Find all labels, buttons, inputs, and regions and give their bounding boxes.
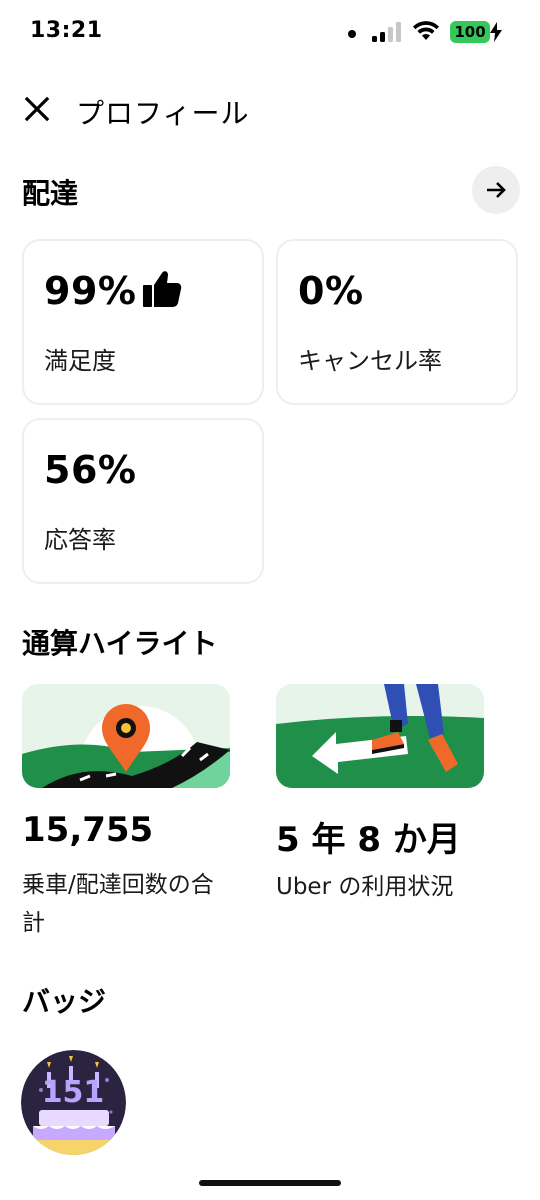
stat-label: 応答率 bbox=[44, 526, 116, 554]
highlight-label-trips-line1: 乗車/配達回数の合 bbox=[22, 872, 214, 898]
status-bar: 13:21 100 bbox=[0, 0, 540, 64]
stat-label: キャンセル率 bbox=[298, 347, 442, 375]
arrow-right-icon bbox=[487, 182, 506, 198]
map-pin-road-illustration bbox=[22, 684, 230, 788]
highlight-label-trips-line2: 計 bbox=[22, 910, 45, 936]
stat-value: 99% bbox=[44, 269, 137, 313]
charging-bolt-icon bbox=[490, 22, 502, 42]
svg-text:151: 151 bbox=[42, 1075, 105, 1110]
cellular-signal-icon bbox=[372, 22, 404, 42]
header: プロフィール bbox=[0, 84, 540, 134]
stat-card-satisfaction: 99% 満足度 bbox=[22, 239, 264, 405]
badges-section-title: バッジ bbox=[22, 985, 107, 1018]
stat-card-cancellation: 0% キャンセル率 bbox=[276, 239, 518, 405]
status-time: 13:21 bbox=[30, 18, 103, 43]
stat-card-response: 56% 応答率 bbox=[22, 418, 264, 584]
highlights-section-title: 通算ハイライト bbox=[22, 627, 218, 660]
stat-value: 0% bbox=[298, 269, 364, 313]
page-title: プロフィール bbox=[76, 97, 250, 130]
walking-arrow-illustration bbox=[276, 684, 484, 788]
thumbs-up-icon bbox=[143, 271, 182, 307]
highlight-label-tenure: Uber の利用状況 bbox=[276, 874, 454, 900]
highlight-value-tenure: 5 年 8 か月 bbox=[276, 820, 461, 860]
stat-value: 56% bbox=[44, 448, 137, 492]
birthday-cake-badge[interactable]: 151 bbox=[21, 1050, 126, 1155]
wifi-icon bbox=[413, 21, 439, 40]
close-icon[interactable] bbox=[22, 94, 52, 124]
battery-level: 100 bbox=[450, 21, 490, 43]
delivery-section-title: 配達 bbox=[22, 177, 79, 210]
home-indicator[interactable] bbox=[199, 1180, 341, 1186]
highlight-value-trips: 15,755 bbox=[22, 810, 154, 850]
focus-dot-icon bbox=[348, 30, 356, 38]
stat-label: 満足度 bbox=[44, 347, 116, 375]
delivery-detail-button[interactable] bbox=[472, 166, 520, 214]
